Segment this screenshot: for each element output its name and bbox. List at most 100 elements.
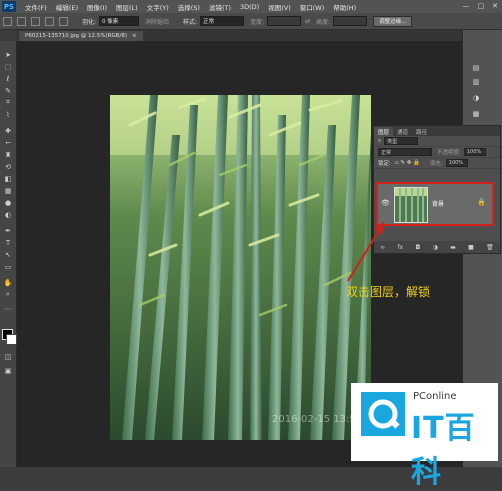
bamboo-photo-graphic (110, 95, 371, 440)
add-selection-icon[interactable] (31, 16, 40, 26)
refine-edge-button[interactable]: 调整边缘... (373, 15, 413, 27)
zoom-tool-icon[interactable]: ⌕ (3, 290, 13, 298)
feather-label: 羽化: (82, 18, 97, 26)
tab-layers[interactable]: 图层 (374, 127, 394, 136)
style-select[interactable]: 正常 (200, 16, 245, 26)
lock-icon[interactable]: 🔒 (477, 198, 486, 206)
photo-timestamp: 2016-02-15 13:57 (272, 414, 363, 425)
antialias-checkbox[interactable]: 消除锯齿 (145, 17, 169, 26)
marquee-tool-icon[interactable]: ⬚ (3, 63, 13, 71)
blend-mode-select[interactable]: 正常 (378, 148, 432, 156)
new-layer-icon[interactable]: ■ (468, 244, 474, 251)
delete-layer-icon[interactable]: 🗑 (486, 244, 494, 251)
fill-input[interactable]: 100% (445, 159, 468, 167)
visibility-eye-icon[interactable]: 👁 (381, 199, 390, 207)
dodge-tool-icon[interactable]: ◐ (3, 211, 13, 219)
menu-view[interactable]: 视图(V) (268, 2, 291, 12)
pconline-brand-text: PConline (413, 391, 457, 402)
new-group-icon[interactable]: ▬ (450, 244, 456, 251)
bamboo-photo[interactable] (110, 95, 371, 440)
adjustments-panel-icon[interactable]: ◑ (471, 94, 481, 102)
options-bar: 羽化: 0 像素 消除锯齿 样式: 正常 宽度: ⇄ 高度: 调整边缘... (0, 13, 502, 30)
menu-select[interactable]: 选择(S) (178, 2, 200, 12)
add-mask-icon[interactable]: ◘ (415, 244, 420, 251)
layers-panel-tabs: 图层 通道 路径 (374, 126, 500, 136)
window-controls: — □ ✕ (463, 2, 499, 10)
shape-tool-icon[interactable]: ▭ (3, 263, 13, 271)
type-tool-icon[interactable]: T (3, 239, 13, 247)
properties-panel-icon[interactable]: ▥ (471, 78, 481, 86)
pconline-logo: PConline IT百科 (351, 383, 498, 490)
new-selection-icon[interactable] (17, 16, 26, 26)
pen-tool-icon[interactable]: ✒ (3, 227, 13, 235)
lock-options-icon[interactable]: ▫ ✎ ✥ 🔒 (395, 160, 420, 166)
toolbox: ➤ ⬚ ℓ ✎ ⌗ ⌇ ✚ ⌐ ♜ ⟲ ◧ ▦ ● ◐ ✒ T ↖ ▭ ✋ ⌕ … (0, 41, 17, 467)
fill-label: 填充: (429, 161, 443, 167)
width-label: 宽度: (250, 18, 265, 26)
document-tab-title: P60215-135710.jpg @ 12.5%(RGB/8) (25, 33, 128, 39)
menu-window[interactable]: 窗口(W) (300, 2, 325, 12)
layer-kind-select[interactable]: 类型 (384, 137, 419, 145)
width-input[interactable] (267, 16, 302, 26)
adjustment-layer-icon[interactable]: ◑ (433, 244, 438, 251)
quick-select-tool-icon[interactable]: ✎ (3, 87, 13, 95)
height-label: 高度: (316, 18, 331, 26)
quick-mask-icon[interactable]: ◫ (3, 353, 13, 361)
maximize-icon[interactable]: □ (478, 2, 485, 10)
tab-paths[interactable]: 路径 (412, 127, 431, 136)
lasso-tool-icon[interactable]: ℓ (3, 75, 13, 83)
subtract-selection-icon[interactable] (45, 16, 54, 26)
menu-filter[interactable]: 滤镜(T) (209, 2, 231, 12)
feather-input[interactable]: 0 像素 (99, 16, 140, 26)
photoshop-logo-icon: PS (2, 1, 16, 12)
clone-stamp-tool-icon[interactable]: ♜ (3, 151, 13, 159)
document-tab-bar: P60215-135710.jpg @ 12.5%(RGB/8) × (17, 30, 462, 41)
menu-edit[interactable]: 编辑(E) (56, 2, 78, 12)
screen-mode-icon[interactable]: ▣ (3, 367, 13, 375)
marquee-tool-preset-icon[interactable] (3, 16, 12, 26)
pconline-mark-icon (361, 392, 405, 436)
menu-image[interactable]: 图像(I) (87, 2, 107, 12)
menu-3d[interactable]: 3D(D) (240, 3, 259, 11)
annotation-arrow-icon (347, 221, 384, 282)
healing-brush-tool-icon[interactable]: ✚ (3, 127, 13, 135)
eraser-tool-icon[interactable]: ◧ (3, 175, 13, 183)
menu-bar: PS 文件(F) 编辑(E) 图像(I) 图层(L) 文字(Y) 选择(S) 滤… (0, 0, 502, 13)
menu-file[interactable]: 文件(F) (25, 2, 47, 12)
lock-row: 锁定: ▫ ✎ ✥ 🔒 填充: 100% (374, 158, 500, 169)
style-label: 样式: (183, 18, 198, 26)
history-brush-tool-icon[interactable]: ⟲ (3, 163, 13, 171)
close-tab-icon[interactable]: × (132, 33, 137, 39)
height-input[interactable] (333, 16, 368, 26)
annotation-text: 双击图层，解锁 (346, 285, 431, 299)
layer-name: 背景 (432, 201, 445, 208)
swap-icon[interactable]: ⇄ (305, 18, 310, 25)
hand-tool-icon[interactable]: ✋ (3, 279, 13, 287)
path-select-tool-icon[interactable]: ↖ (3, 251, 13, 259)
extra-tools-icon[interactable]: ⋯ (3, 305, 13, 313)
crop-tool-icon[interactable]: ⌗ (3, 98, 13, 106)
brush-tool-icon[interactable]: ⌐ (3, 139, 13, 147)
move-tool-icon[interactable]: ➤ (3, 51, 13, 59)
menu-type[interactable]: 文字(Y) (147, 2, 169, 12)
it-baike-text: IT百科 (411, 411, 476, 490)
opacity-label: 不透明度: (437, 150, 461, 156)
blend-row: 正常 不透明度: 100% (374, 147, 500, 158)
menu-help[interactable]: 帮助(H) (333, 2, 356, 12)
swatches-panel-icon[interactable]: ▦ (471, 110, 481, 118)
background-color-swatch[interactable] (6, 334, 17, 345)
close-icon[interactable]: ✕ (492, 2, 498, 10)
menu-layer[interactable]: 图层(L) (116, 2, 138, 12)
tab-channels[interactable]: 通道 (393, 127, 412, 136)
search-icon: ⌕ (378, 137, 382, 144)
intersect-selection-icon[interactable] (59, 16, 68, 26)
opacity-input[interactable]: 100% (463, 148, 486, 156)
gradient-tool-icon[interactable]: ▦ (3, 187, 13, 195)
eyedropper-tool-icon[interactable]: ⌇ (3, 111, 13, 119)
minimize-icon[interactable]: — (463, 2, 470, 10)
layer-filter-row: ⌕ 类型 (374, 136, 500, 147)
blur-tool-icon[interactable]: ● (3, 199, 13, 207)
lock-label: 锁定: (378, 161, 391, 167)
document-tab[interactable]: P60215-135710.jpg @ 12.5%(RGB/8) × (19, 31, 143, 41)
history-panel-icon[interactable]: ▤ (471, 64, 481, 72)
